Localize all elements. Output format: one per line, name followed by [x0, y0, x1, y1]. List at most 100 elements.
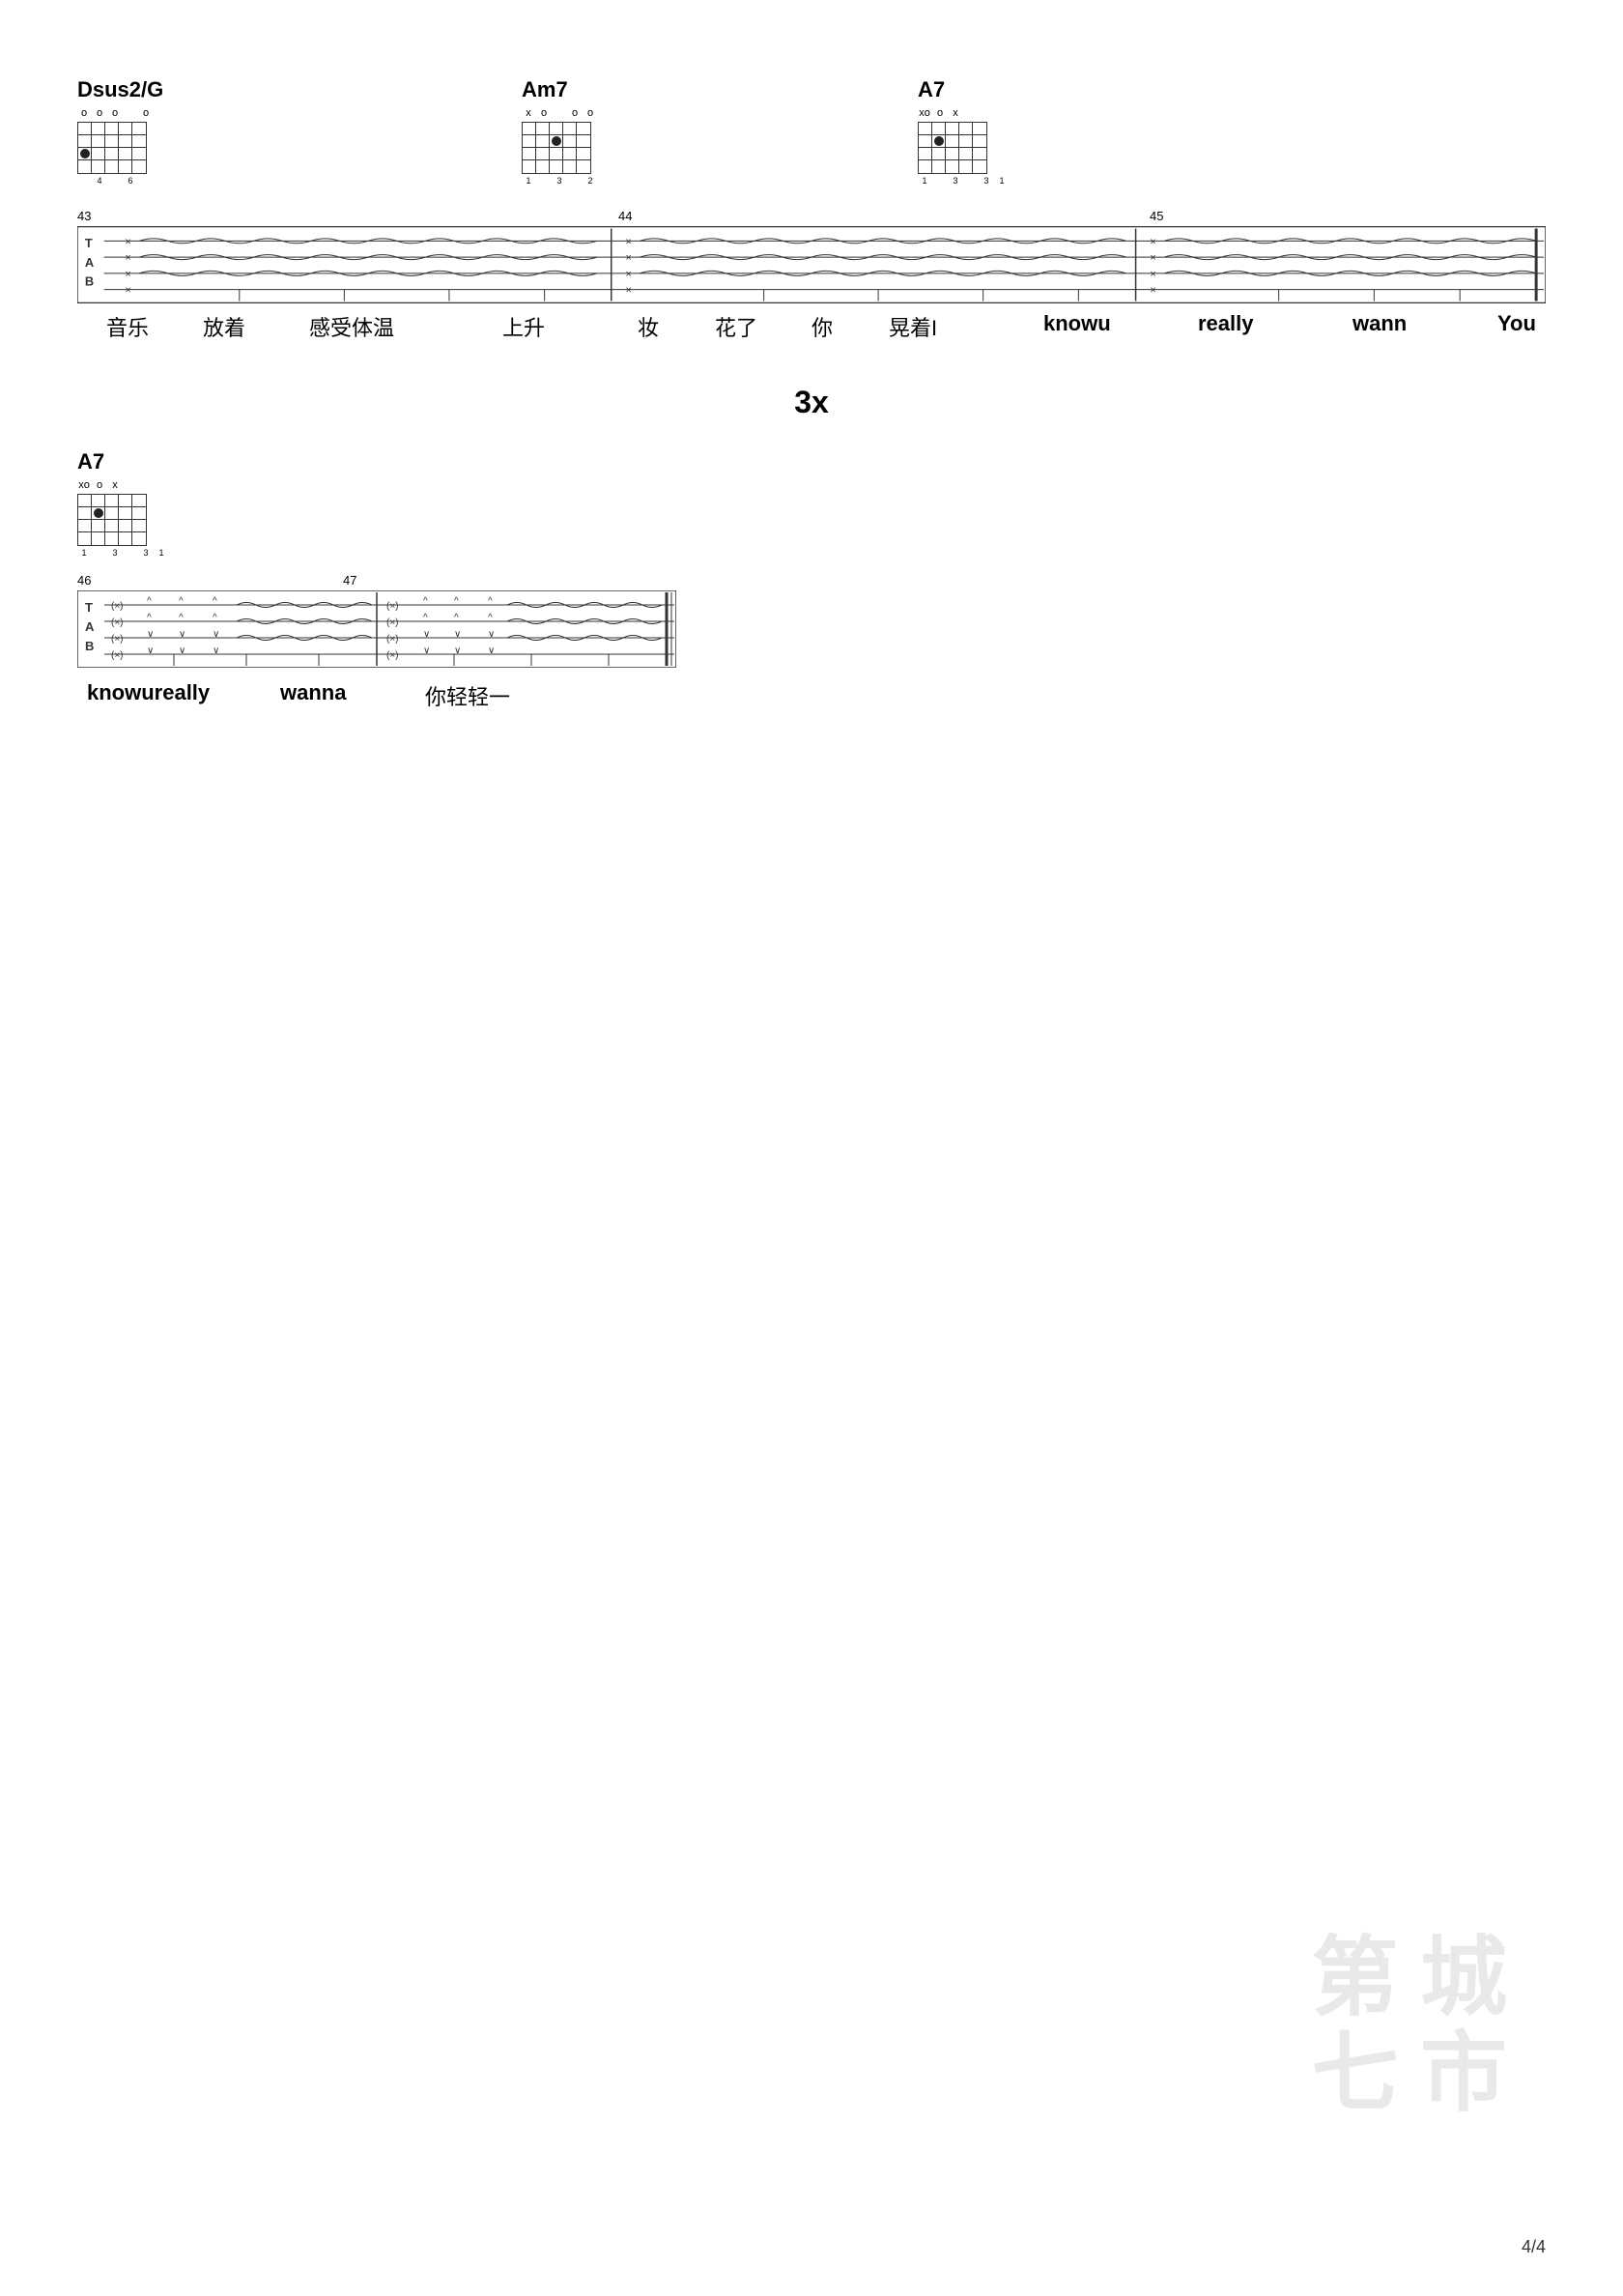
- chord-row: [919, 160, 986, 173]
- chord-am7-grid: [522, 122, 591, 174]
- svg-text:∨: ∨: [213, 629, 219, 640]
- svg-text:T: T: [85, 600, 93, 615]
- lyrics-line-1: 音乐 放着 感受体温 上升 妆 花了 你 晃着I knowu really wa…: [77, 311, 1546, 336]
- bar-num-44: 44: [618, 209, 632, 223]
- chord-dsus2g: Dsus2/G o o o o: [77, 77, 163, 186]
- svg-text:∨: ∨: [488, 629, 495, 640]
- svg-text:T: T: [85, 236, 93, 250]
- lyric-yinyue: 音乐: [106, 311, 149, 342]
- lyric-ni: 你: [812, 311, 833, 342]
- chord-row: [78, 520, 146, 532]
- svg-text:(×): (×): [386, 601, 399, 612]
- svg-text:∨: ∨: [454, 629, 461, 640]
- chord-row: [523, 123, 590, 135]
- bar-num-46: 46: [77, 573, 91, 588]
- page-number: 4/4: [1522, 2237, 1546, 2257]
- chord-am7-indicators: x o o o: [522, 106, 597, 120]
- chord-a7-bottom-grid: [77, 494, 147, 546]
- svg-text:(×): (×): [111, 650, 124, 661]
- lyric-wanna: wanna: [280, 680, 346, 705]
- chord-row: [523, 135, 590, 148]
- svg-text:×: ×: [125, 236, 130, 247]
- bar-num-45: 45: [1150, 209, 1163, 223]
- lyric-knowureally: knowureally: [87, 680, 210, 705]
- chord-row: [78, 135, 146, 148]
- chord-dot: [934, 136, 944, 146]
- chord-dsus2g-name: Dsus2/G: [77, 77, 163, 102]
- svg-text:(×): (×): [386, 617, 399, 628]
- svg-text:∨: ∨: [454, 646, 461, 656]
- chord-row: [919, 135, 986, 148]
- svg-text:^: ^: [423, 613, 428, 623]
- bar-num-47: 47: [343, 573, 356, 588]
- watermark-line1: 第 城: [1312, 1931, 1508, 2026]
- lyric-niqingqing: 你轻轻一: [425, 680, 510, 711]
- lyric-shangsheng: 上升: [502, 311, 545, 342]
- svg-text:^: ^: [147, 596, 152, 607]
- repeat-marking: 3x: [77, 385, 1546, 420]
- bar-numbers-2: 46 47: [77, 573, 676, 590]
- chord-am7: Am7 x o o o: [522, 77, 597, 186]
- svg-text:∨: ∨: [423, 629, 430, 640]
- chord-dot: [94, 508, 103, 518]
- tab-staff-1: T A B × × × ×: [77, 226, 1546, 303]
- svg-text:∨: ∨: [179, 629, 185, 640]
- chord-a7-bottom-name: A7: [77, 449, 104, 474]
- lyric-ganshouti: 感受体温: [309, 311, 394, 342]
- svg-text:∨: ∨: [147, 629, 154, 640]
- chord-am7-name: Am7: [522, 77, 568, 102]
- svg-text:^: ^: [147, 613, 152, 623]
- svg-text:^: ^: [488, 613, 493, 623]
- lyric-you: You: [1497, 311, 1536, 336]
- bar-numbers-1: 43 44 45: [77, 209, 1546, 226]
- svg-text:^: ^: [423, 596, 428, 607]
- svg-text:A: A: [85, 255, 94, 270]
- svg-text:(×): (×): [111, 617, 124, 628]
- chord-a7-top-indicators: xo o x: [918, 106, 962, 120]
- svg-text:×: ×: [626, 252, 632, 264]
- watermark-line2: 七 市: [1312, 2026, 1508, 2122]
- svg-text:^: ^: [213, 596, 217, 607]
- lyrics-line-2: knowureally wanna 你轻轻一: [77, 680, 676, 714]
- svg-text:^: ^: [488, 596, 493, 607]
- chord-a7-bottom: A7 xo o x: [77, 449, 168, 558]
- svg-text:∨: ∨: [488, 646, 495, 656]
- svg-text:×: ×: [1150, 236, 1155, 247]
- svg-text:^: ^: [454, 596, 459, 607]
- chord-row: [78, 123, 146, 135]
- lyric-fangzhe: 放着: [203, 311, 245, 342]
- svg-text:×: ×: [1150, 269, 1155, 280]
- chord-a7-bottom-indicators: xo o x: [77, 478, 122, 492]
- chord-a7-top: A7 xo o x: [918, 77, 1009, 186]
- svg-text:(×): (×): [111, 601, 124, 612]
- watermark: 第 城 七 市: [1312, 1931, 1508, 2122]
- svg-text:^: ^: [213, 613, 217, 623]
- chord-dot: [80, 149, 90, 158]
- lyric-huangzhe: 晃着I: [889, 311, 937, 342]
- chord-a7-top-fingers: 1 3 3 1: [918, 176, 1009, 186]
- lyric-hualo: 花了: [715, 311, 757, 342]
- chord-row: [919, 148, 986, 160]
- lyric-knowu: knowu: [1043, 311, 1111, 336]
- svg-text:∨: ∨: [179, 646, 185, 656]
- chord-row: [78, 507, 146, 520]
- lyric-really: really: [1198, 311, 1254, 336]
- chord-row: [78, 148, 146, 160]
- svg-text:×: ×: [1150, 285, 1155, 297]
- svg-text:B: B: [85, 639, 94, 653]
- chord-row: [78, 495, 146, 507]
- svg-text:^: ^: [454, 613, 459, 623]
- chord-a7-top-grid: [918, 122, 987, 174]
- section-top: Dsus2/G o o o o: [77, 77, 1546, 336]
- svg-text:×: ×: [1150, 252, 1155, 264]
- svg-text:∨: ∨: [213, 646, 219, 656]
- tab-staff-2: T A B (×) (×) (×) (×) ^: [77, 590, 676, 668]
- chord-row: [78, 160, 146, 173]
- svg-text:∨: ∨: [147, 646, 154, 656]
- chord-row: [523, 160, 590, 173]
- svg-text:(×): (×): [386, 650, 399, 661]
- chord-a7-top-name: A7: [918, 77, 945, 102]
- section-middle: A7 xo o x: [77, 449, 1546, 714]
- svg-text:×: ×: [125, 269, 130, 280]
- svg-text:×: ×: [125, 285, 130, 297]
